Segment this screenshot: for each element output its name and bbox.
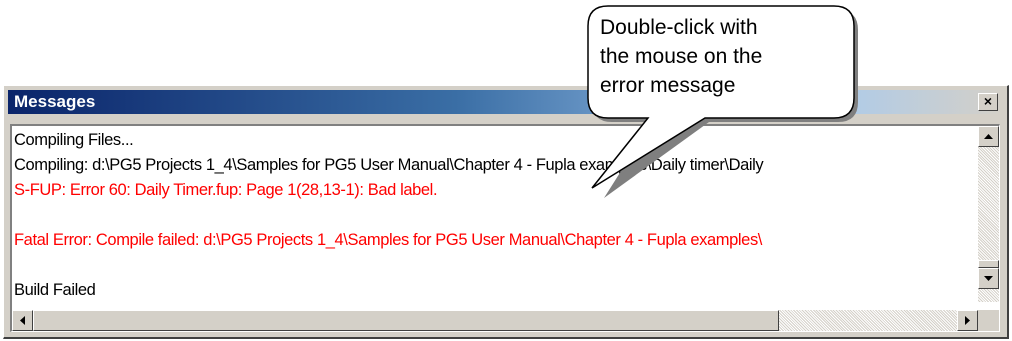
scroll-down-arrow-icon: [984, 276, 993, 281]
scroll-right-arrow-icon: [965, 316, 970, 325]
error-message-line[interactable]: Fatal Error: Compile failed: d:\PG5 Proj…: [14, 228, 962, 253]
message-line[interactable]: Build Failed: [14, 278, 962, 303]
scroll-left-button[interactable]: [12, 310, 33, 331]
vertical-scrollbar[interactable]: [978, 126, 999, 302]
message-line[interactable]: [14, 203, 962, 228]
callout-line: error message: [600, 74, 736, 97]
scroll-up-button[interactable]: [978, 126, 999, 147]
scrollbar-corner: [978, 310, 999, 331]
horizontal-scroll-thumb[interactable]: [33, 310, 779, 331]
horizontal-scrollbar[interactable]: [12, 310, 978, 331]
scroll-left-arrow-icon: [20, 316, 25, 325]
close-icon: ×: [983, 93, 993, 109]
window-title: Messages: [14, 92, 96, 111]
scroll-up-arrow-icon: [984, 134, 993, 139]
message-line[interactable]: [14, 253, 962, 278]
vertical-scroll-thumb[interactable]: [978, 260, 999, 268]
callout-text: Double-click with the mouse on the error…: [600, 13, 830, 100]
callout-line: the mouse on the: [600, 45, 763, 68]
close-button[interactable]: ×: [978, 93, 998, 111]
scroll-right-button[interactable]: [957, 310, 978, 331]
scroll-down-button[interactable]: [978, 268, 999, 289]
callout-line: Double-click with: [600, 16, 758, 39]
